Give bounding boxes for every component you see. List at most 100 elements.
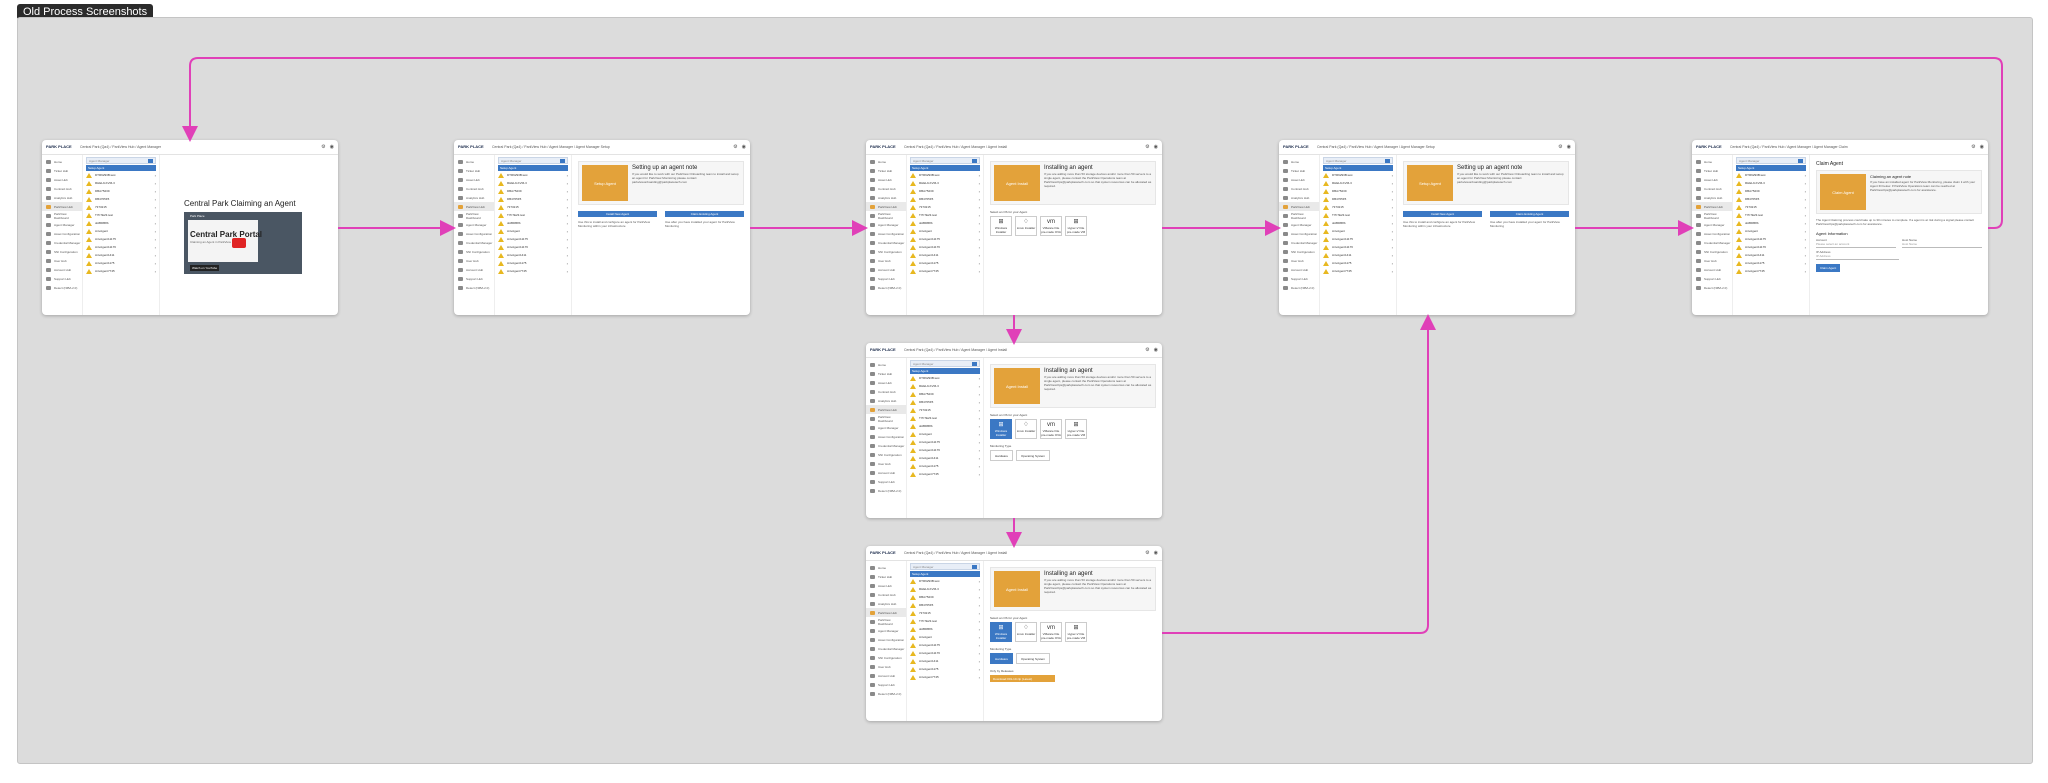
sidebar-item[interactable]: Agent Manager [866,423,906,432]
agent-row[interactable]: RHEL9-KVM-3 › [1323,179,1393,187]
agent-row[interactable]: dolBDB8b › [910,422,980,430]
os-option-1[interactable]: ♢ Linux Installer [1015,419,1037,439]
agent-row[interactable]: DB4705F5 › [498,195,568,203]
agent-row[interactable]: AnvAgent7745 › [910,267,980,275]
os-option-3[interactable]: ⊞ Hyper-V File pre-made VM [1065,419,1087,439]
search-input[interactable]: Agent Manager [498,157,568,164]
os-option-0[interactable]: ⊞ Windows Installer [990,216,1012,236]
os-option-1[interactable]: ♢ Linux Installer [1015,216,1037,236]
agent-row[interactable]: DBA75239 › [498,187,568,195]
sidebar-item[interactable]: Credential Manager [1692,238,1732,247]
os-option-1[interactable]: ♢ Linux Installer [1015,622,1037,642]
agent-row[interactable]: RHEL9-KVM-3 › [498,179,568,187]
watch-on-youtube-link[interactable]: Watch on YouTube [190,265,220,271]
sidebar-item[interactable]: Asset Hub [1279,175,1319,184]
sidebar-item[interactable]: SNI Configuration [1692,247,1732,256]
search-input[interactable]: Agent Manager [910,360,980,367]
agent-row[interactable]: dolBDB8b › [1736,219,1806,227]
sidebar-item[interactable]: Support Hub [454,274,494,283]
agent-row[interactable]: AnvAgent7745 › [910,470,980,478]
sidebar-item[interactable]: ParkView Hub [866,202,906,211]
sidebar-item[interactable]: ParkView Dashboard [1692,211,1732,220]
agent-row[interactable]: dolBDB8b › [910,625,980,633]
search-icon[interactable] [560,158,565,163]
sidebar-item[interactable]: Asset Configuration [866,635,906,644]
agent-row[interactable]: DBA75239 › [86,187,156,195]
agent-row[interactable]: dolBDB8b › [498,219,568,227]
sidebar-item[interactable]: ParkView Dashboard [866,414,906,423]
agent-row[interactable]: DB4705F5 › [910,195,980,203]
sidebar-item[interactable]: ParkView Hub [454,202,494,211]
settings-icon[interactable]: ⚙ [1145,347,1149,353]
agent-row[interactable]: AnvAgent › [910,430,980,438]
sidebar-item[interactable]: Ticket Hub [42,166,82,175]
settings-icon[interactable]: ⚙ [733,144,737,150]
agent-row[interactable]: AnvAgent11175 › [1323,235,1393,243]
settings-icon[interactable]: ⚙ [1971,144,1975,150]
os-option-0[interactable]: ⊞ Windows Installer [990,419,1012,439]
sidebar-item[interactable]: Home [866,563,906,572]
agent-row[interactable]: AnvAgent11175 › [910,235,980,243]
agent-row[interactable]: RHEL9-KVM-3 › [910,179,980,187]
sidebar-item[interactable]: Agent Manager [42,220,82,229]
user-icon[interactable]: ◉ [1154,144,1158,150]
agent-row[interactable]: T7F7E23.test › [910,414,980,422]
sidebar-item[interactable]: Detect (NIBA 2.0) [866,486,906,495]
user-icon[interactable]: ◉ [1154,550,1158,556]
os-option-3[interactable]: ⊞ Hyper-V File pre-made VM [1065,622,1087,642]
sidebar-item[interactable]: Home [1692,157,1732,166]
sidebar-item[interactable]: Home [866,157,906,166]
agent-row[interactable]: dolBDB8b › [910,219,980,227]
search-input[interactable]: Agent Manager [1736,157,1806,164]
sidebar-item[interactable]: Contract Hub [866,184,906,193]
search-icon[interactable] [1385,158,1390,163]
agent-row[interactable]: DTR9293B.test › [498,171,568,179]
agent-row[interactable]: DTR9293B.test › [910,577,980,585]
sidebar-item[interactable]: Asset Configuration [866,229,906,238]
agent-row[interactable]: AnvAgent7745 › [498,267,568,275]
sidebar-item[interactable]: Agent Manager [1279,220,1319,229]
agent-row[interactable]: DBA75239 › [1323,187,1393,195]
agent-row[interactable]: AnvAgent11175 › [910,438,980,446]
agent-row[interactable]: AnvAgent11176 › [910,243,980,251]
agent-row[interactable]: AnvAgent1411 › [910,251,980,259]
agent-row[interactable]: AnvAgent7745 › [1736,267,1806,275]
agent-row[interactable]: DBA75239 › [1736,187,1806,195]
agent-row[interactable]: AnvAgent11176 › [498,243,568,251]
agent-row[interactable]: AnvAgent1411 › [498,251,568,259]
agent-row[interactable]: AnvAgent11175 › [498,235,568,243]
sidebar-item[interactable]: User Hub [42,256,82,265]
search-icon[interactable] [148,158,153,163]
agent-row[interactable]: AnvAgent1175 › [910,462,980,470]
settings-icon[interactable]: ⚙ [1145,144,1149,150]
sidebar-item[interactable]: Ticket Hub [866,369,906,378]
agent-row[interactable]: AnvAgent7745 › [1323,267,1393,275]
sidebar-item[interactable]: Credential Manager [866,238,906,247]
sidebar-item[interactable]: Asset Hub [866,378,906,387]
sidebar-item[interactable]: Analytics Hub [866,599,906,608]
sidebar-item[interactable]: Account Hub [1279,265,1319,274]
sidebar-item[interactable]: Analytics Hub [866,193,906,202]
agent-row[interactable]: DTR9293B.test › [1736,171,1806,179]
agent-row[interactable]: RHEL9-KVM-3 › [86,179,156,187]
sidebar-item[interactable]: User Hub [866,256,906,265]
sidebar-item[interactable]: ParkView Hub [866,608,906,617]
agent-row[interactable]: RHEL9-KVM-3 › [910,382,980,390]
agent-row[interactable]: dolBDB8b › [86,219,156,227]
sidebar-item[interactable]: Credential Manager [42,238,82,247]
sidebar-item[interactable]: Detect (NIBA 2.0) [1279,283,1319,292]
sidebar-item[interactable]: Ticket Hub [1279,166,1319,175]
sidebar-item[interactable]: Contract Hub [866,590,906,599]
agent-row[interactable]: AnvAgent11175 › [1736,235,1806,243]
sidebar-item[interactable]: ParkView Dashboard [42,211,82,220]
os-option-2[interactable]: vm VMware File pre-made OVA [1040,622,1062,642]
sidebar-item[interactable]: Contract Hub [42,184,82,193]
os-option-3[interactable]: ⊞ Hyper-V File pre-made VM [1065,216,1087,236]
os-option-0[interactable]: ⊞ Windows Installer [990,622,1012,642]
agent-row[interactable]: 7373215 › [1736,203,1806,211]
settings-icon[interactable]: ⚙ [1558,144,1562,150]
agent-row[interactable]: AnvAgent1175 › [498,259,568,267]
sidebar-item[interactable]: ParkView Dashboard [454,211,494,220]
user-icon[interactable]: ◉ [330,144,334,150]
search-icon[interactable] [972,564,977,569]
